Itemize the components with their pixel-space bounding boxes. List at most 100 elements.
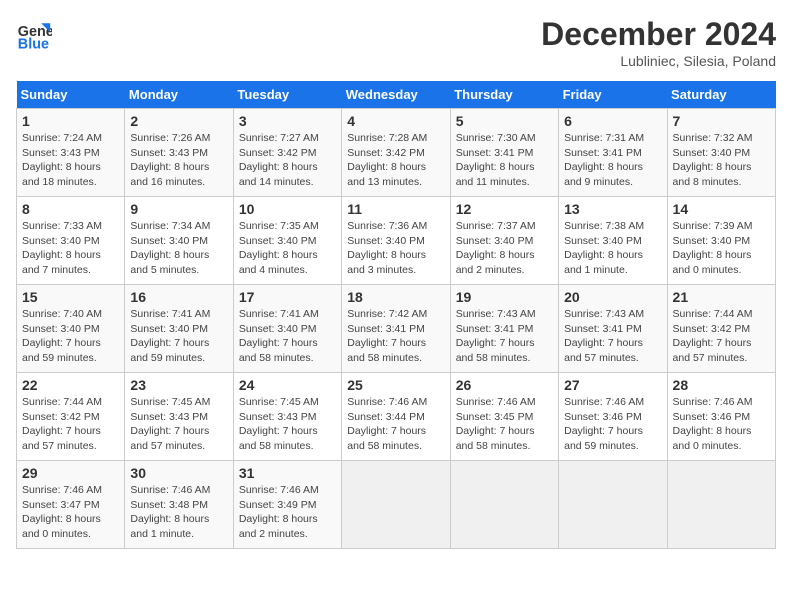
logo: General Blue <box>16 16 52 52</box>
header-row: SundayMondayTuesdayWednesdayThursdayFrid… <box>17 81 776 109</box>
day-number: 10 <box>239 201 336 217</box>
page-header: General Blue December 2024 Lubliniec, Si… <box>16 16 776 69</box>
col-header-monday: Monday <box>125 81 233 109</box>
location-subtitle: Lubliniec, Silesia, Poland <box>541 53 776 69</box>
col-header-friday: Friday <box>559 81 667 109</box>
empty-cell <box>342 461 450 549</box>
day-number: 26 <box>456 377 553 393</box>
day-cell-15: 15 Sunrise: 7:40 AM Sunset: 3:40 PM Dayl… <box>17 285 125 373</box>
day-cell-25: 25 Sunrise: 7:46 AM Sunset: 3:44 PM Dayl… <box>342 373 450 461</box>
day-info: Sunrise: 7:42 AM Sunset: 3:41 PM Dayligh… <box>347 307 444 366</box>
day-cell-20: 20 Sunrise: 7:43 AM Sunset: 3:41 PM Dayl… <box>559 285 667 373</box>
day-cell-18: 18 Sunrise: 7:42 AM Sunset: 3:41 PM Dayl… <box>342 285 450 373</box>
month-title: December 2024 <box>541 16 776 53</box>
day-info: Sunrise: 7:40 AM Sunset: 3:40 PM Dayligh… <box>22 307 119 366</box>
day-number: 16 <box>130 289 227 305</box>
day-info: Sunrise: 7:30 AM Sunset: 3:41 PM Dayligh… <box>456 131 553 190</box>
day-number: 13 <box>564 201 661 217</box>
day-info: Sunrise: 7:45 AM Sunset: 3:43 PM Dayligh… <box>239 395 336 454</box>
day-info: Sunrise: 7:43 AM Sunset: 3:41 PM Dayligh… <box>456 307 553 366</box>
day-info: Sunrise: 7:45 AM Sunset: 3:43 PM Dayligh… <box>130 395 227 454</box>
day-info: Sunrise: 7:46 AM Sunset: 3:49 PM Dayligh… <box>239 483 336 542</box>
day-cell-11: 11 Sunrise: 7:36 AM Sunset: 3:40 PM Dayl… <box>342 197 450 285</box>
day-info: Sunrise: 7:39 AM Sunset: 3:40 PM Dayligh… <box>673 219 770 278</box>
day-info: Sunrise: 7:33 AM Sunset: 3:40 PM Dayligh… <box>22 219 119 278</box>
day-cell-5: 5 Sunrise: 7:30 AM Sunset: 3:41 PM Dayli… <box>450 109 558 197</box>
day-info: Sunrise: 7:46 AM Sunset: 3:45 PM Dayligh… <box>456 395 553 454</box>
day-cell-31: 31 Sunrise: 7:46 AM Sunset: 3:49 PM Dayl… <box>233 461 341 549</box>
day-cell-9: 9 Sunrise: 7:34 AM Sunset: 3:40 PM Dayli… <box>125 197 233 285</box>
day-cell-14: 14 Sunrise: 7:39 AM Sunset: 3:40 PM Dayl… <box>667 197 775 285</box>
day-info: Sunrise: 7:46 AM Sunset: 3:44 PM Dayligh… <box>347 395 444 454</box>
day-info: Sunrise: 7:31 AM Sunset: 3:41 PM Dayligh… <box>564 131 661 190</box>
day-info: Sunrise: 7:34 AM Sunset: 3:40 PM Dayligh… <box>130 219 227 278</box>
logo-icon: General Blue <box>16 16 52 52</box>
calendar-week-1: 1 Sunrise: 7:24 AM Sunset: 3:43 PM Dayli… <box>17 109 776 197</box>
title-block: December 2024 Lubliniec, Silesia, Poland <box>541 16 776 69</box>
col-header-wednesday: Wednesday <box>342 81 450 109</box>
day-cell-10: 10 Sunrise: 7:35 AM Sunset: 3:40 PM Dayl… <box>233 197 341 285</box>
day-cell-19: 19 Sunrise: 7:43 AM Sunset: 3:41 PM Dayl… <box>450 285 558 373</box>
col-header-tuesday: Tuesday <box>233 81 341 109</box>
day-cell-22: 22 Sunrise: 7:44 AM Sunset: 3:42 PM Dayl… <box>17 373 125 461</box>
day-number: 28 <box>673 377 770 393</box>
day-number: 11 <box>347 201 444 217</box>
calendar-week-3: 15 Sunrise: 7:40 AM Sunset: 3:40 PM Dayl… <box>17 285 776 373</box>
day-number: 1 <box>22 113 119 129</box>
day-info: Sunrise: 7:35 AM Sunset: 3:40 PM Dayligh… <box>239 219 336 278</box>
day-cell-4: 4 Sunrise: 7:28 AM Sunset: 3:42 PM Dayli… <box>342 109 450 197</box>
day-number: 9 <box>130 201 227 217</box>
day-cell-24: 24 Sunrise: 7:45 AM Sunset: 3:43 PM Dayl… <box>233 373 341 461</box>
day-number: 3 <box>239 113 336 129</box>
day-cell-1: 1 Sunrise: 7:24 AM Sunset: 3:43 PM Dayli… <box>17 109 125 197</box>
empty-cell <box>667 461 775 549</box>
col-header-thursday: Thursday <box>450 81 558 109</box>
day-number: 8 <box>22 201 119 217</box>
day-cell-28: 28 Sunrise: 7:46 AM Sunset: 3:46 PM Dayl… <box>667 373 775 461</box>
day-cell-7: 7 Sunrise: 7:32 AM Sunset: 3:40 PM Dayli… <box>667 109 775 197</box>
day-cell-26: 26 Sunrise: 7:46 AM Sunset: 3:45 PM Dayl… <box>450 373 558 461</box>
day-number: 5 <box>456 113 553 129</box>
col-header-sunday: Sunday <box>17 81 125 109</box>
day-info: Sunrise: 7:46 AM Sunset: 3:46 PM Dayligh… <box>673 395 770 454</box>
day-number: 15 <box>22 289 119 305</box>
day-info: Sunrise: 7:26 AM Sunset: 3:43 PM Dayligh… <box>130 131 227 190</box>
day-cell-6: 6 Sunrise: 7:31 AM Sunset: 3:41 PM Dayli… <box>559 109 667 197</box>
day-info: Sunrise: 7:28 AM Sunset: 3:42 PM Dayligh… <box>347 131 444 190</box>
day-number: 29 <box>22 465 119 481</box>
day-number: 14 <box>673 201 770 217</box>
day-cell-13: 13 Sunrise: 7:38 AM Sunset: 3:40 PM Dayl… <box>559 197 667 285</box>
day-number: 12 <box>456 201 553 217</box>
day-cell-3: 3 Sunrise: 7:27 AM Sunset: 3:42 PM Dayli… <box>233 109 341 197</box>
day-info: Sunrise: 7:46 AM Sunset: 3:46 PM Dayligh… <box>564 395 661 454</box>
day-cell-17: 17 Sunrise: 7:41 AM Sunset: 3:40 PM Dayl… <box>233 285 341 373</box>
day-number: 31 <box>239 465 336 481</box>
day-number: 27 <box>564 377 661 393</box>
day-info: Sunrise: 7:41 AM Sunset: 3:40 PM Dayligh… <box>130 307 227 366</box>
day-info: Sunrise: 7:46 AM Sunset: 3:48 PM Dayligh… <box>130 483 227 542</box>
day-cell-30: 30 Sunrise: 7:46 AM Sunset: 3:48 PM Dayl… <box>125 461 233 549</box>
day-info: Sunrise: 7:44 AM Sunset: 3:42 PM Dayligh… <box>22 395 119 454</box>
calendar-week-5: 29 Sunrise: 7:46 AM Sunset: 3:47 PM Dayl… <box>17 461 776 549</box>
day-number: 2 <box>130 113 227 129</box>
day-cell-16: 16 Sunrise: 7:41 AM Sunset: 3:40 PM Dayl… <box>125 285 233 373</box>
day-cell-29: 29 Sunrise: 7:46 AM Sunset: 3:47 PM Dayl… <box>17 461 125 549</box>
day-number: 24 <box>239 377 336 393</box>
day-info: Sunrise: 7:36 AM Sunset: 3:40 PM Dayligh… <box>347 219 444 278</box>
calendar-week-2: 8 Sunrise: 7:33 AM Sunset: 3:40 PM Dayli… <box>17 197 776 285</box>
day-cell-27: 27 Sunrise: 7:46 AM Sunset: 3:46 PM Dayl… <box>559 373 667 461</box>
day-info: Sunrise: 7:44 AM Sunset: 3:42 PM Dayligh… <box>673 307 770 366</box>
day-info: Sunrise: 7:24 AM Sunset: 3:43 PM Dayligh… <box>22 131 119 190</box>
day-info: Sunrise: 7:46 AM Sunset: 3:47 PM Dayligh… <box>22 483 119 542</box>
empty-cell <box>450 461 558 549</box>
day-cell-2: 2 Sunrise: 7:26 AM Sunset: 3:43 PM Dayli… <box>125 109 233 197</box>
day-number: 17 <box>239 289 336 305</box>
day-info: Sunrise: 7:27 AM Sunset: 3:42 PM Dayligh… <box>239 131 336 190</box>
day-info: Sunrise: 7:37 AM Sunset: 3:40 PM Dayligh… <box>456 219 553 278</box>
day-number: 30 <box>130 465 227 481</box>
day-number: 25 <box>347 377 444 393</box>
col-header-saturday: Saturday <box>667 81 775 109</box>
svg-text:Blue: Blue <box>18 36 49 52</box>
day-number: 6 <box>564 113 661 129</box>
empty-cell <box>559 461 667 549</box>
